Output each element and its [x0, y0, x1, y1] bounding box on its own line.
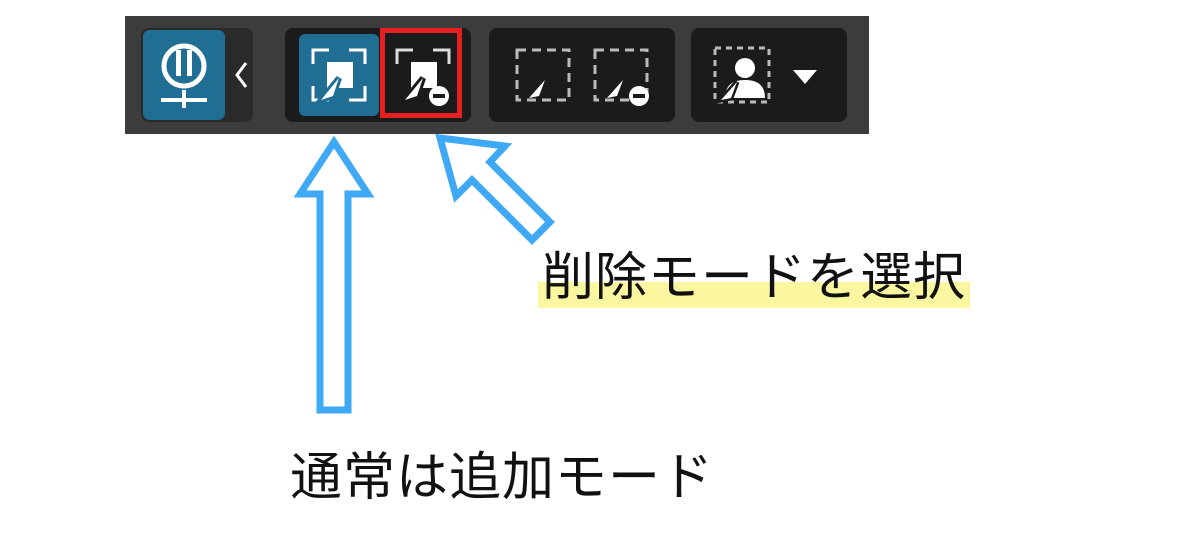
- delete-mode-label: 削除モードを選択: [538, 248, 971, 308]
- arrow-up: [293, 135, 375, 414]
- arrow-diagonal: [435, 133, 555, 245]
- add-mode-label: 通常は追加モード: [290, 448, 715, 508]
